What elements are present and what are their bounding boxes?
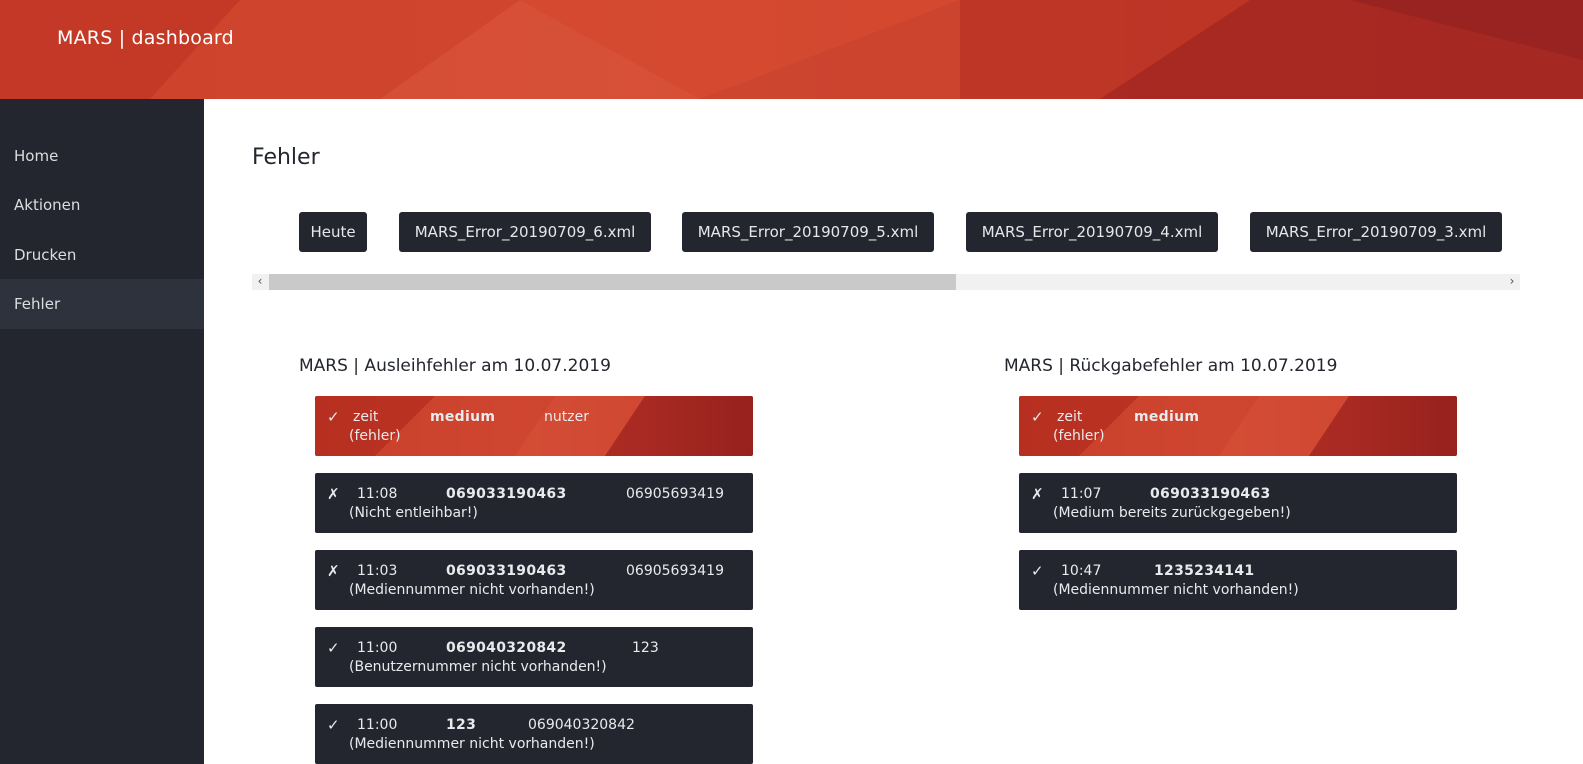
cross-icon: ✗ bbox=[327, 562, 340, 580]
check-icon: ✓ bbox=[1031, 562, 1044, 580]
list-item: ✗ 11:03 069033190463 06905693419 (Medien… bbox=[315, 550, 753, 610]
row-nutzer: 069040320842 bbox=[528, 717, 635, 733]
row-medium: 069040320842 bbox=[446, 640, 567, 656]
check-icon: ✓ bbox=[327, 408, 340, 426]
row-medium: 069033190463 bbox=[1150, 486, 1271, 502]
list-item: ✗ 11:07 069033190463 (Medium bereits zur… bbox=[1019, 473, 1457, 533]
row-header-background-pattern bbox=[1019, 396, 1457, 456]
row-zeit: 11:07 bbox=[1061, 486, 1102, 502]
list-item: ✓ 10:47 1235234141 (Mediennummer nicht v… bbox=[1019, 550, 1457, 610]
column-header-fehler: (fehler) bbox=[349, 428, 401, 444]
row-nutzer: 123 bbox=[632, 640, 659, 656]
page-title: Fehler bbox=[252, 145, 320, 170]
ausleihe-section-title: MARS | Ausleihfehler am 10.07.2019 bbox=[299, 356, 611, 376]
list-item: ✓ 11:00 123 069040320842 (Mediennummer n… bbox=[315, 704, 753, 764]
file-tabs-scrollbar[interactable]: ‹ › bbox=[252, 274, 1520, 290]
column-header-fehler: (fehler) bbox=[1053, 428, 1105, 444]
check-icon: ✓ bbox=[327, 639, 340, 657]
row-fehler: (Nicht entleihbar!) bbox=[349, 505, 478, 521]
row-medium: 123 bbox=[446, 717, 477, 733]
sidebar: Home Aktionen Drucken Fehler bbox=[0, 99, 204, 764]
file-tab-error-4[interactable]: MARS_Error_20190709_4.xml bbox=[966, 212, 1218, 252]
sidebar-item-home[interactable]: Home bbox=[0, 131, 204, 181]
row-zeit: 11:03 bbox=[357, 563, 398, 579]
row-fehler: (Medium bereits zurückgegeben!) bbox=[1053, 505, 1291, 521]
list-item: ✗ 11:08 069033190463 06905693419 (Nicht … bbox=[315, 473, 753, 533]
column-header-zeit: zeit bbox=[1057, 409, 1083, 425]
row-header-background-pattern bbox=[315, 396, 753, 456]
chevron-right-icon[interactable]: › bbox=[1504, 274, 1520, 290]
column-header-medium: medium bbox=[1134, 409, 1200, 425]
column-header-zeit: zeit bbox=[353, 409, 379, 425]
file-tab-heute[interactable]: Heute bbox=[299, 212, 367, 252]
rueckgabe-header-row: ✓ zeit medium (fehler) bbox=[1019, 396, 1457, 456]
chevron-left-icon[interactable]: ‹ bbox=[252, 274, 268, 290]
sidebar-item-drucken[interactable]: Drucken bbox=[0, 230, 204, 280]
cross-icon: ✗ bbox=[327, 485, 340, 503]
column-header-nutzer: nutzer bbox=[544, 409, 589, 425]
row-medium: 069033190463 bbox=[446, 563, 567, 579]
top-header: MARS | dashboard bbox=[0, 0, 1583, 99]
row-zeit: 11:00 bbox=[357, 640, 398, 656]
ausleihe-header-row: ✓ zeit medium nutzer (fehler) bbox=[315, 396, 753, 456]
app-title[interactable]: MARS | dashboard bbox=[57, 27, 234, 49]
list-item: ✓ 11:00 069040320842 123 (Benutzernummer… bbox=[315, 627, 753, 687]
row-medium: 1235234141 bbox=[1154, 563, 1255, 579]
sidebar-item-aktionen[interactable]: Aktionen bbox=[0, 180, 204, 230]
sidebar-item-fehler[interactable]: Fehler bbox=[0, 279, 204, 329]
row-medium: 069033190463 bbox=[446, 486, 567, 502]
row-zeit: 11:00 bbox=[357, 717, 398, 733]
header-background-pattern bbox=[0, 0, 1583, 99]
row-fehler: (Mediennummer nicht vorhanden!) bbox=[349, 582, 595, 598]
row-zeit: 11:08 bbox=[357, 486, 398, 502]
cross-icon: ✗ bbox=[1031, 485, 1044, 503]
file-tab-error-3[interactable]: MARS_Error_20190709_3.xml bbox=[1250, 212, 1502, 252]
row-fehler: (Mediennummer nicht vorhanden!) bbox=[1053, 582, 1299, 598]
check-icon: ✓ bbox=[1031, 408, 1044, 426]
row-fehler: (Mediennummer nicht vorhanden!) bbox=[349, 736, 595, 752]
file-tab-error-6[interactable]: MARS_Error_20190709_6.xml bbox=[399, 212, 651, 252]
row-nutzer: 06905693419 bbox=[626, 486, 724, 502]
check-icon: ✓ bbox=[327, 716, 340, 734]
column-header-medium: medium bbox=[430, 409, 496, 425]
row-nutzer: 06905693419 bbox=[626, 563, 724, 579]
rueckgabe-section-title: MARS | Rückgabefehler am 10.07.2019 bbox=[1004, 356, 1338, 376]
file-tab-error-5[interactable]: MARS_Error_20190709_5.xml bbox=[682, 212, 934, 252]
row-fehler: (Benutzernummer nicht vorhanden!) bbox=[349, 659, 607, 675]
row-zeit: 10:47 bbox=[1061, 563, 1102, 579]
scrollbar-thumb[interactable] bbox=[269, 274, 956, 290]
